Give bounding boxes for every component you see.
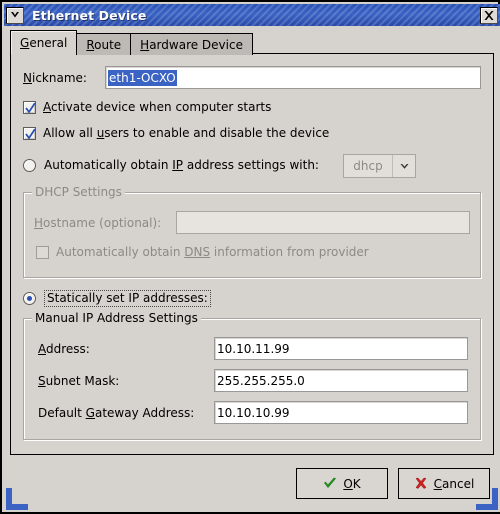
manual-ip-group: Manual IP Address Settings Address: 10.1… (23, 311, 481, 440)
activate-device-checkbox[interactable] (23, 100, 36, 114)
tab-hardware-device-label: Hardware Device (140, 37, 243, 52)
subnet-mask-row: Subnet Mask: 255.255.255.0 (38, 369, 468, 392)
check-icon (323, 477, 337, 490)
subnet-mask-input[interactable]: 255.255.255.0 (214, 369, 468, 392)
nickname-value: eth1-OCXO (108, 69, 177, 86)
allow-users-label: Allow all users to enable and disable th… (43, 126, 330, 140)
manual-ip-title: Manual IP Address Settings (32, 311, 201, 325)
static-ip-label: Statically set IP addresses: (44, 290, 211, 307)
default-gateway-row: Default Gateway Address: 10.10.10.99 (38, 401, 468, 424)
default-gateway-value: 10.10.10.99 (217, 405, 290, 420)
tab-route[interactable]: Route (76, 33, 132, 55)
address-value: 10.10.11.99 (217, 341, 290, 356)
dhcp-settings-title: DHCP Settings (32, 185, 125, 199)
auto-dns-label: Automatically obtain DNS information fro… (56, 245, 369, 259)
dhcp-settings-group: DHCP Settings Hostname (optional): Autom… (23, 185, 481, 278)
tab-general[interactable]: General (10, 30, 78, 54)
tab-general-label: General (20, 35, 68, 50)
hostname-label: Hostname (optional): (34, 215, 162, 230)
close-button[interactable] (480, 6, 498, 24)
tab-route-label: Route (86, 37, 122, 52)
tab-panel-general: Nickname: eth1-OCXO Activate device when… (10, 53, 494, 455)
subnet-mask-label: Subnet Mask: (38, 373, 120, 388)
window-menu-button[interactable] (6, 6, 24, 24)
ethernet-device-dialog: Ethernet Device General Route Hardware D… (0, 0, 500, 514)
chevron-down-icon[interactable] (393, 155, 415, 177)
tab-strip: General Route Hardware Device (10, 30, 253, 55)
address-label: Address: (38, 341, 90, 356)
nickname-label: Nickname: (23, 70, 87, 85)
ok-button-label: OK (343, 476, 361, 491)
auto-obtain-ip-radio[interactable] (23, 158, 36, 172)
x-icon (414, 477, 428, 490)
allow-users-checkbox-row[interactable]: Allow all users to enable and disable th… (23, 126, 329, 140)
subnet-mask-value: 255.255.255.0 (217, 373, 305, 388)
default-gateway-input[interactable]: 10.10.10.99 (214, 401, 468, 424)
allow-users-checkbox[interactable] (23, 126, 36, 140)
resize-grip-left[interactable] (6, 488, 28, 510)
auto-dns-checkbox-row[interactable]: Automatically obtain DNS information fro… (36, 245, 369, 259)
resize-grip-right[interactable] (476, 488, 498, 510)
ok-button[interactable]: OK (296, 468, 388, 499)
auto-obtain-ip-label: Automatically obtain IP address settings… (44, 158, 319, 172)
chevron-down-icon (9, 10, 21, 20)
protocol-combo-value: dhcp (344, 155, 393, 177)
nickname-row: Nickname: eth1-OCXO (23, 66, 481, 89)
auto-obtain-ip-row[interactable]: Automatically obtain IP address settings… (23, 158, 319, 172)
close-icon (483, 10, 495, 21)
hostname-row: Hostname (optional): (34, 211, 470, 234)
notebook: General Route Hardware Device Nickname: … (10, 30, 494, 455)
address-row: Address: 10.10.11.99 (38, 337, 468, 360)
tab-hardware-device[interactable]: Hardware Device (130, 33, 253, 55)
dialog-body: General Route Hardware Device Nickname: … (4, 26, 500, 512)
static-ip-radio[interactable] (23, 292, 36, 305)
action-bar: OK Cancel (10, 461, 494, 506)
address-input[interactable]: 10.10.11.99 (214, 337, 468, 360)
nickname-input[interactable]: eth1-OCXO (105, 66, 481, 89)
protocol-combo[interactable]: dhcp (343, 154, 416, 178)
activate-device-label: Activate device when computer starts (43, 100, 272, 114)
title-bar[interactable]: Ethernet Device (4, 4, 500, 26)
activate-device-checkbox-row[interactable]: Activate device when computer starts (23, 100, 271, 114)
cancel-button-label: Cancel (433, 476, 475, 491)
static-ip-radio-row[interactable]: Statically set IP addresses: (23, 290, 211, 307)
auto-dns-checkbox[interactable] (36, 245, 49, 259)
hostname-input[interactable] (176, 211, 470, 234)
window-title: Ethernet Device (32, 7, 147, 23)
default-gateway-label: Default Gateway Address: (38, 405, 195, 420)
